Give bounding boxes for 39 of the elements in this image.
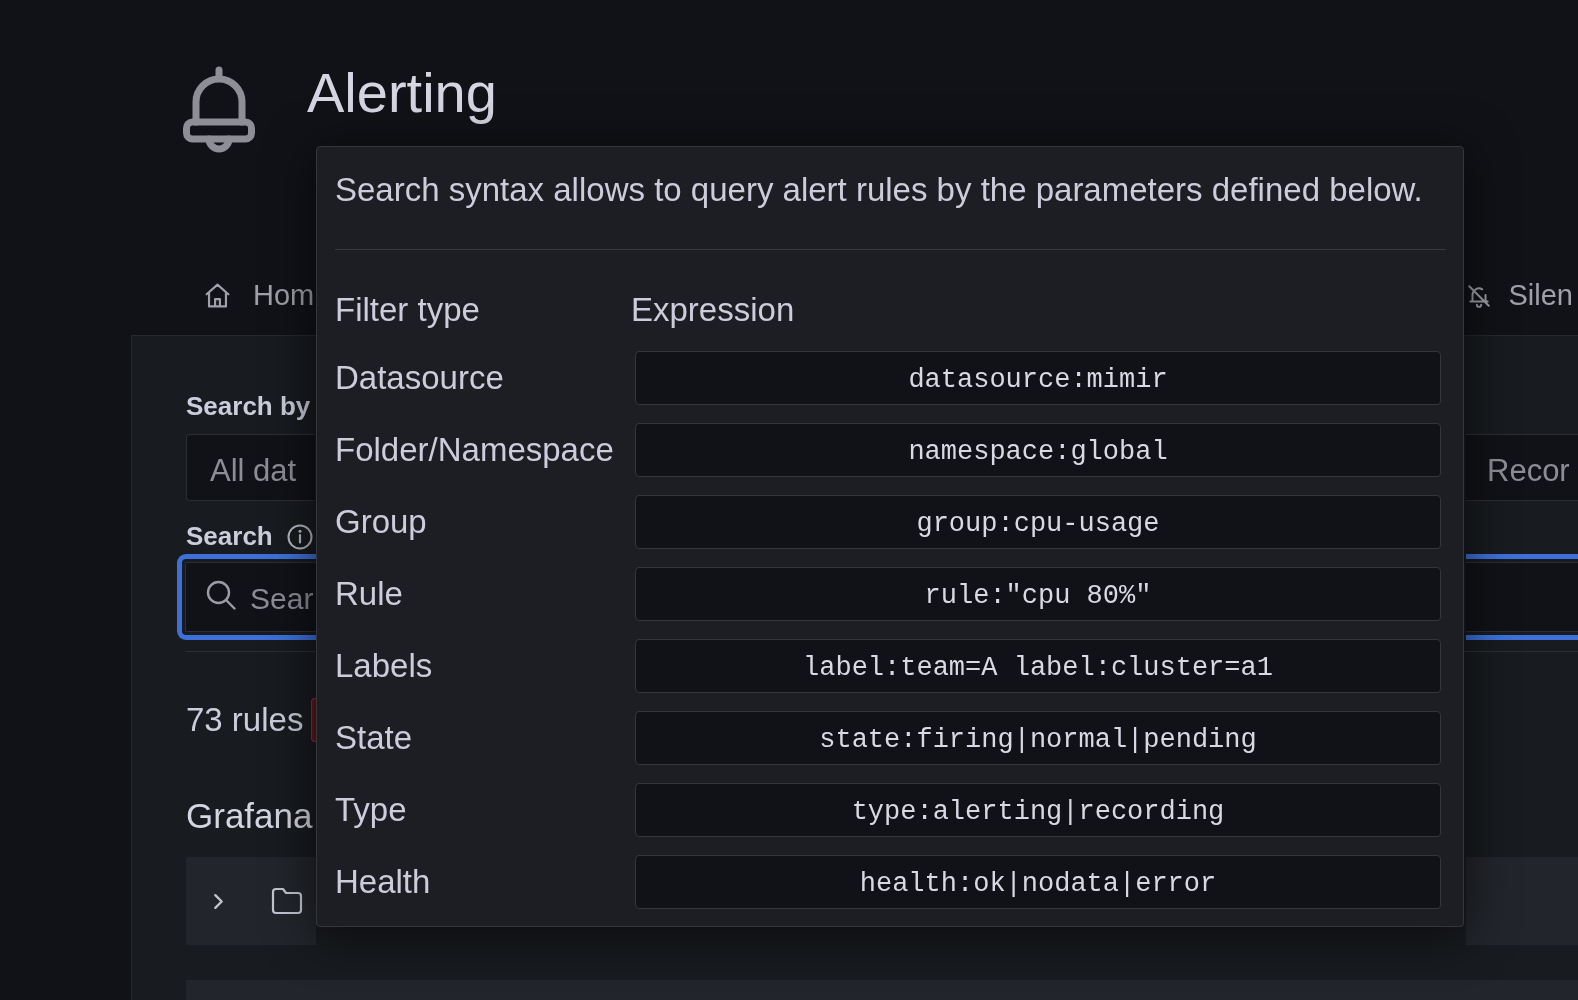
field-label: Search by	[186, 391, 311, 422]
rule-count: 73 rules	[186, 700, 304, 740]
filter-type-label: Folder/Namespace	[335, 430, 614, 470]
status-badge	[311, 698, 317, 742]
field-label: Search	[186, 521, 273, 552]
chevron-icon[interactable]	[213, 892, 224, 910]
bell-icon	[183, 66, 255, 154]
search-icon	[206, 580, 236, 610]
column-header: Expression	[631, 290, 795, 330]
home-icon	[203, 281, 232, 310]
folder-icon	[271, 887, 303, 915]
column-header: Filter type	[335, 290, 480, 330]
info-icon[interactable]	[286, 523, 313, 550]
filter-type-label: Rule	[335, 574, 403, 614]
filter-type-label: Group	[335, 502, 427, 542]
folder-row[interactable]	[186, 857, 316, 945]
filter-type-label: Health	[335, 862, 431, 902]
search-field[interactable]: Sear	[177, 554, 316, 640]
filter-type-label: Type	[335, 790, 407, 830]
page-title: Alerting	[307, 62, 497, 124]
filter-type-label: State	[335, 718, 413, 758]
expression-code: state:firing|normal|pending	[635, 711, 1441, 765]
expression-code: datasource:mimir	[635, 351, 1441, 405]
datasource-select[interactable]: All dat	[186, 434, 315, 501]
expression-code: health:ok|nodata|error	[635, 855, 1441, 909]
expression-code: group:cpu-usage	[635, 495, 1441, 549]
expression-code: namespace:global	[635, 423, 1441, 477]
expression-code: label:team=A label:cluster=a1	[635, 639, 1441, 693]
search-field[interactable]	[1466, 554, 1578, 640]
expression-code: rule:"cpu 80%"	[635, 567, 1441, 621]
section-title: Grafana	[186, 795, 313, 837]
filter-type-label: Labels	[335, 646, 433, 686]
filter-type-label: Datasource	[335, 358, 504, 398]
rule-type-option[interactable]: Recor	[1466, 434, 1578, 501]
tab[interactable]: Silen	[1465, 270, 1578, 327]
expression-code: type:alerting|recording	[635, 783, 1441, 837]
bell-off-icon	[1465, 282, 1492, 309]
help-text: Search syntax allows to query alert rules by the parameters defined below.	[335, 170, 1424, 210]
tab[interactable]: Hom	[195, 270, 315, 327]
